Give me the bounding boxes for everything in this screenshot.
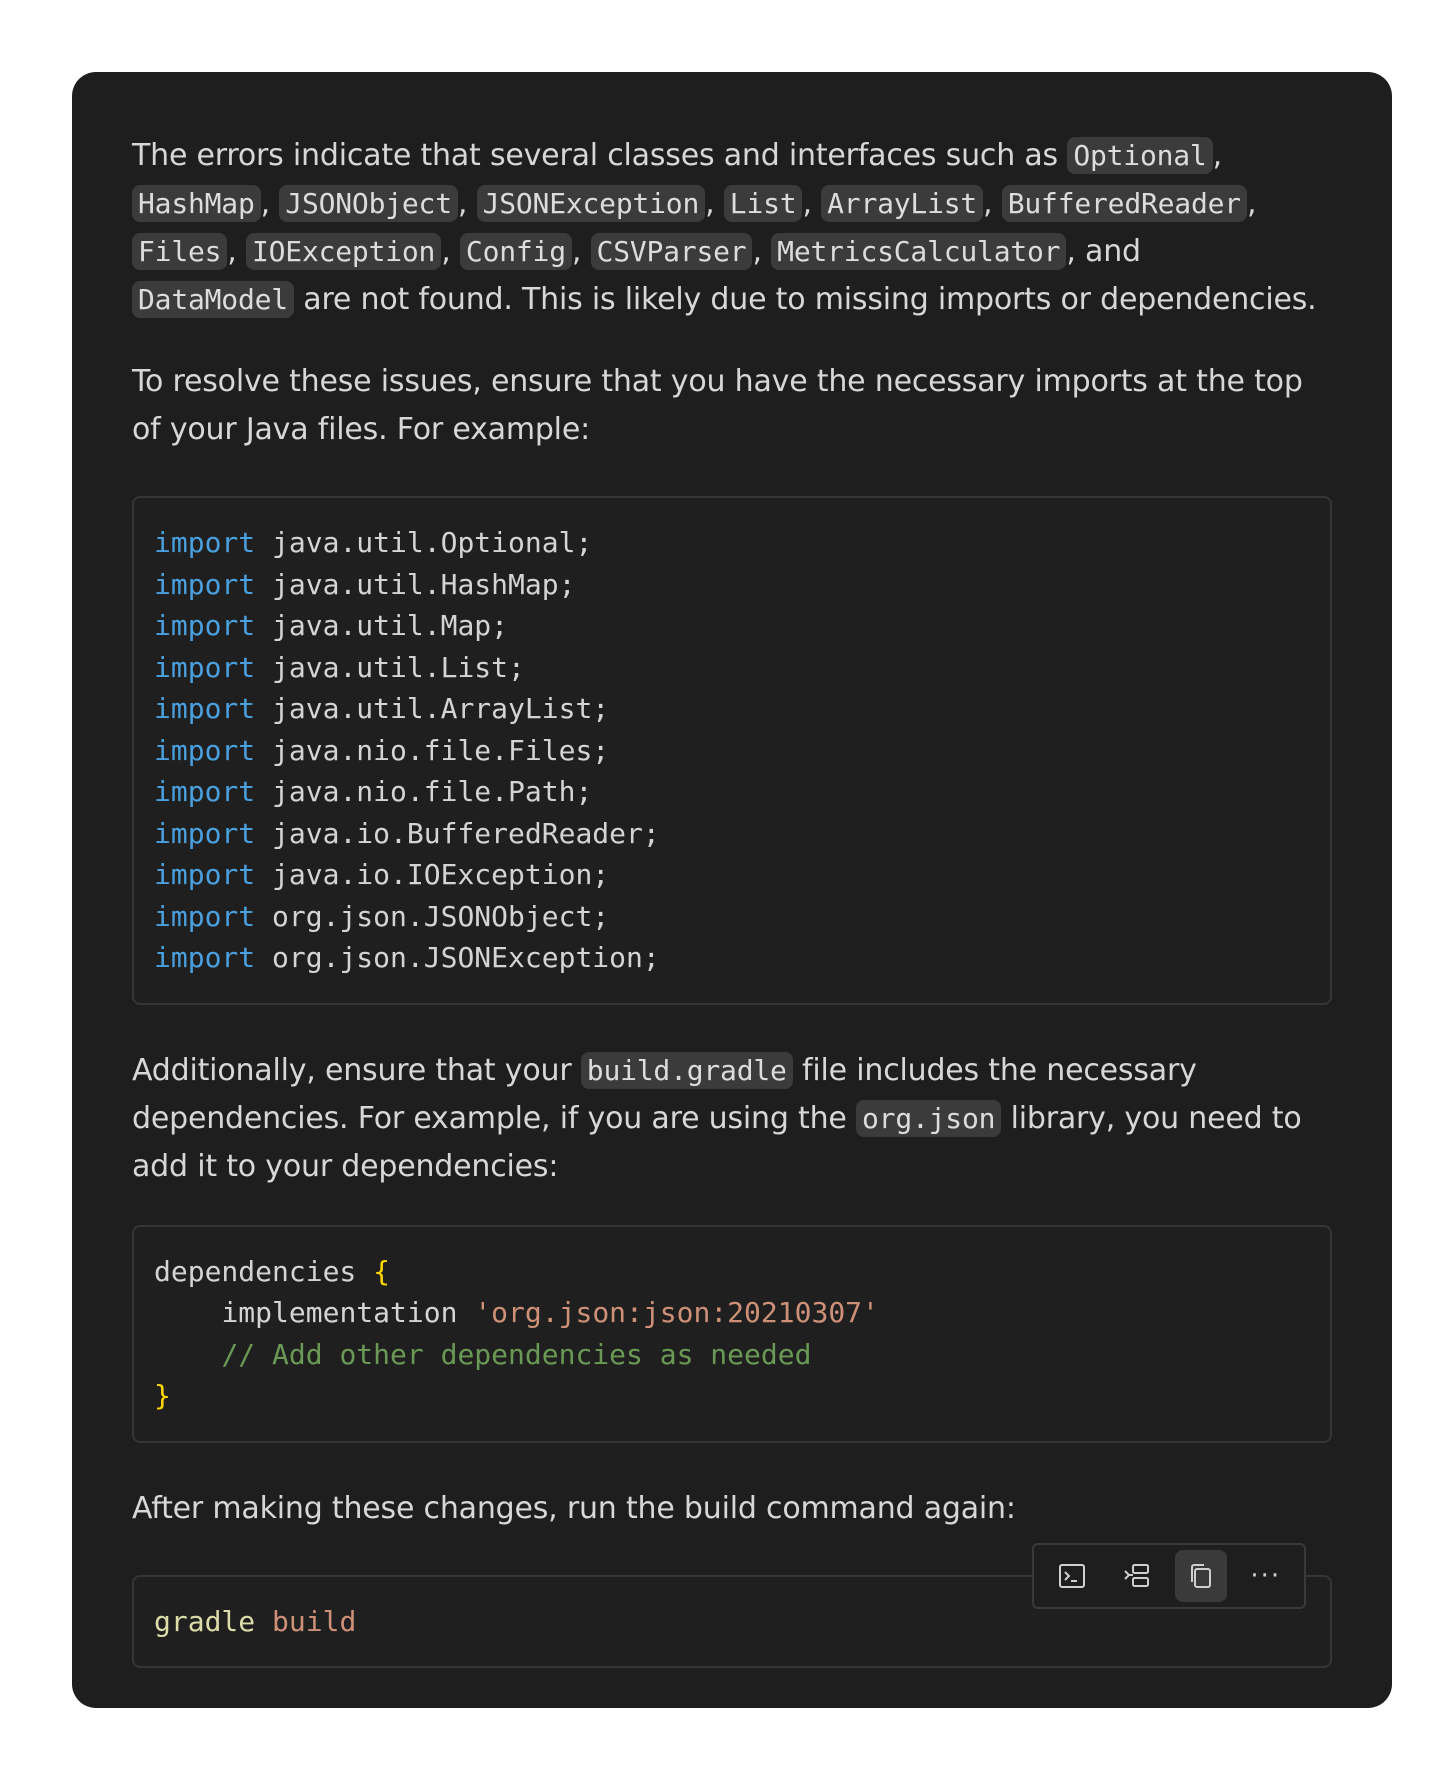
final-paragraph: After making these changes, run the buil… [132, 1490, 1016, 1526]
comma: , [1246, 186, 1257, 221]
inline-code-jsonobject: JSONObject [279, 185, 458, 222]
code-keyword-import: import [154, 816, 256, 850]
code-line: import java.io.BufferedReader; [154, 813, 1310, 855]
code-line: import java.util.Optional; [154, 522, 1310, 564]
comma: , [752, 234, 762, 269]
inline-code-org-json: org.json [856, 1099, 1002, 1137]
inline-code-ioexception: IOException [245, 233, 442, 270]
code-line: import java.nio.file.Path; [154, 771, 1310, 813]
code-keyword-import: import [154, 692, 256, 725]
run-in-terminal-button[interactable] [1046, 1550, 1098, 1602]
code-token-artifact-string: 'org.json:json:20210307' [474, 1296, 879, 1329]
comma: , [983, 186, 993, 221]
response-panel: The errors indicate that several classes… [72, 72, 1392, 1708]
code-keyword-import: import [154, 775, 256, 808]
comma: , [1212, 138, 1223, 173]
comma: , [260, 186, 271, 221]
code-token-dependencies: dependencies [154, 1254, 357, 1288]
code-keyword-import: import [154, 526, 256, 559]
insert-icon [1124, 1563, 1149, 1587]
inline-code-list: List [723, 185, 803, 222]
comma: , [705, 186, 715, 221]
gradle-lead-text: Additionally, ensure that your [132, 1052, 581, 1088]
code-token-close-brace: } [154, 1379, 171, 1412]
code-line: import org.json.JSONException; [154, 937, 1310, 979]
imports-instruction: To resolve these issues, ensure that you… [132, 364, 1303, 447]
inline-code-datamodel: DataModel [132, 281, 294, 318]
inline-code-files: Files [132, 233, 228, 270]
insert-at-cursor-button[interactable] [1111, 1550, 1163, 1602]
intro-text: The errors indicate that several classes… [132, 138, 1068, 173]
code-line: import java.util.Map; [154, 605, 1310, 647]
code-line: import java.util.ArrayList; [154, 688, 1310, 730]
code-token-implementation: implementation [221, 1296, 458, 1329]
code-import-path: java.util.Map; [272, 609, 509, 642]
inline-code-build-gradle: build.gradle [580, 1051, 793, 1089]
comma: , [571, 234, 582, 269]
code-import-path: java.nio.file.Path; [272, 775, 593, 808]
inline-code-jsonexception: JSONException [476, 185, 706, 222]
code-line: import java.io.IOException; [154, 854, 1310, 896]
code-line: implementation 'org.json:json:20210307' [154, 1292, 1310, 1334]
comma: , [457, 186, 468, 221]
code-import-path: java.io.IOException; [272, 858, 610, 891]
code-line: import org.json.JSONObject; [154, 896, 1310, 938]
code-keyword-import: import [154, 650, 256, 684]
imports-code-block[interactable]: import java.util.Optional; import java.ut… [132, 496, 1332, 1005]
code-import-path: java.util.ArrayList; [272, 692, 610, 725]
inline-code-config: Config [459, 233, 572, 270]
code-keyword-import: import [154, 899, 256, 933]
code-token-command: gradle [154, 1604, 256, 1638]
inline-code-metricscalculator: MetricsCalculator [771, 233, 1067, 270]
code-keyword-import: import [154, 941, 256, 974]
inline-code-arraylist: ArrayList [821, 185, 984, 222]
code-keyword-import: import [154, 567, 256, 601]
copy-button[interactable] [1175, 1549, 1228, 1602]
code-line: import java.util.HashMap; [154, 564, 1310, 606]
code-line: import java.util.List; [154, 647, 1310, 689]
and-text: , and [1066, 234, 1141, 269]
code-import-path: org.json.JSONObject; [272, 899, 610, 933]
more-icon: ··· [1250, 1560, 1282, 1591]
code-keyword-import: import [154, 733, 256, 767]
inline-code-optional: Optional [1067, 137, 1213, 174]
comma: , [227, 234, 237, 269]
code-line: import java.nio.file.Files; [154, 730, 1310, 772]
terminal-icon [1059, 1563, 1086, 1588]
copy-icon [1191, 1563, 1212, 1588]
code-import-path: java.nio.file.Files; [272, 733, 610, 767]
gradle-paragraph: Additionally, ensure that your build.gra… [132, 1047, 1322, 1191]
code-keyword-import: import [154, 858, 256, 891]
code-line: } [154, 1375, 1310, 1417]
code-keyword-import: import [154, 609, 256, 642]
code-comment: // Add other dependencies as needed [221, 1337, 812, 1371]
build-command-code-block[interactable]: gradle build ··· [132, 1542, 1332, 1668]
inline-code-csvparser: CSVParser [590, 233, 753, 270]
more-actions-button[interactable]: ··· [1240, 1550, 1292, 1602]
dependencies-code-block[interactable]: dependencies { implementation 'org.json:… [132, 1224, 1332, 1443]
code-import-path: org.json.JSONException; [272, 941, 660, 974]
code-token-argument: build [272, 1604, 357, 1638]
code-line: // Add other dependencies as needed [154, 1334, 1310, 1376]
code-import-path: java.util.List; [272, 650, 525, 684]
inline-code-bufferedreader: BufferedReader [1001, 185, 1247, 222]
code-import-path: java.util.Optional; [272, 526, 593, 559]
code-line: dependencies { [154, 1251, 1310, 1293]
intro-paragraph: The errors indicate that several classes… [132, 132, 1322, 324]
code-import-path: java.util.HashMap; [272, 567, 576, 601]
inline-code-hashmap: HashMap [132, 185, 261, 222]
comma: , [802, 186, 812, 221]
code-block-toolbar: ··· [1032, 1542, 1306, 1609]
code-token-open-brace: { [373, 1254, 391, 1288]
code-import-path: java.io.BufferedReader; [272, 816, 660, 850]
intro-tail-text: are not found. This is likely due to mis… [293, 282, 1317, 317]
comma: , [441, 234, 451, 269]
